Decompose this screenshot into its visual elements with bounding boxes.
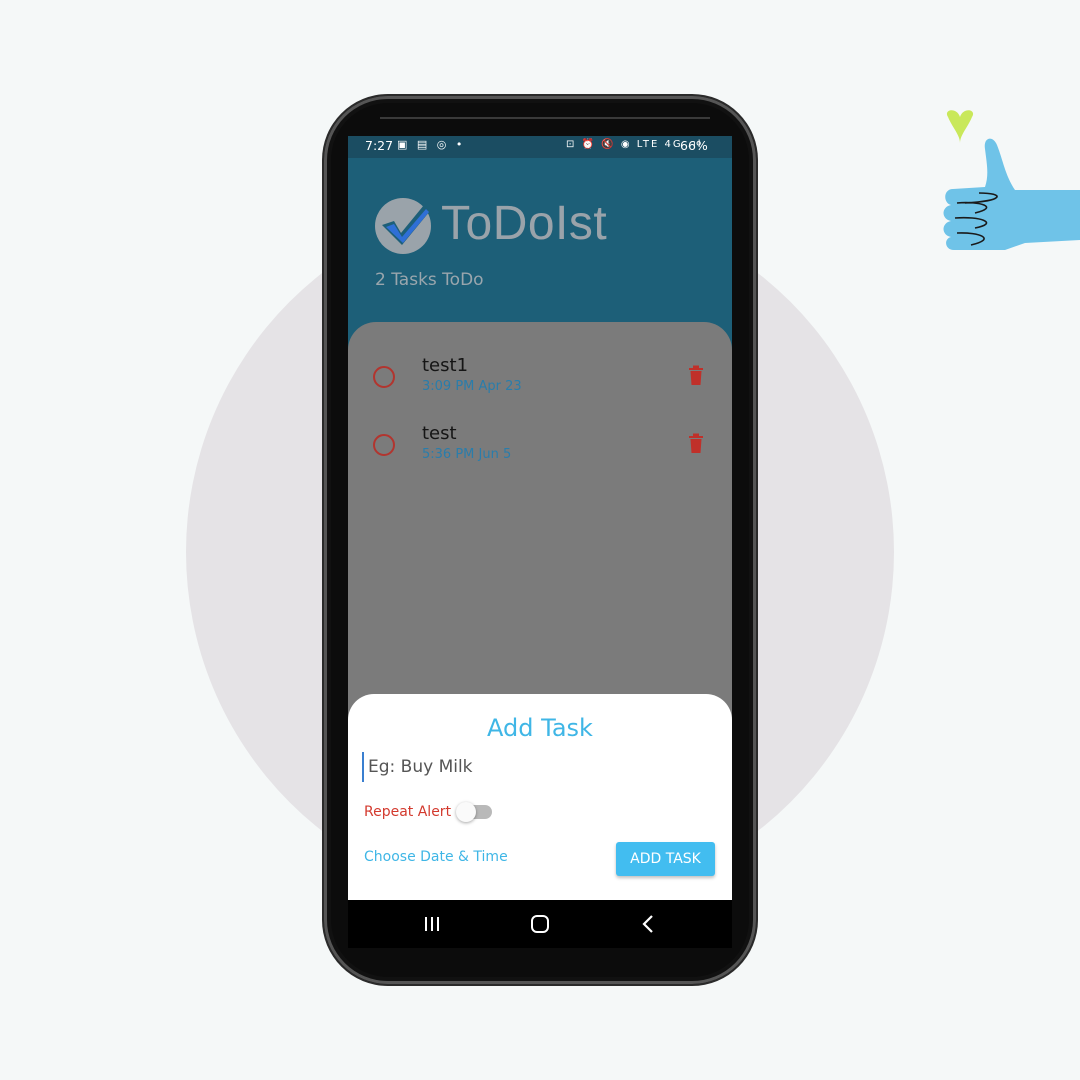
app-screen: 7:27 ▣ ▤ ◎ • ⊡ ⏰ 🔇 ◉ LTE 4G .ıl 66% ToDo… — [348, 136, 732, 900]
thumbs-up-icon — [943, 110, 1080, 251]
circle-outline-icon[interactable] — [373, 366, 395, 388]
task-title: test — [422, 423, 457, 444]
check-circle-icon — [375, 198, 431, 254]
app-title: ToDoIst — [441, 197, 608, 250]
list-item[interactable]: test1 3:09 PM Apr 23 — [348, 352, 732, 402]
recent-apps-icon[interactable] — [418, 912, 446, 936]
trash-icon[interactable] — [688, 433, 704, 453]
status-time: 7:27 — [365, 138, 394, 153]
battery-level: 66% — [680, 138, 708, 153]
task-time: 3:09 PM Apr 23 — [422, 379, 522, 394]
navigation-bar — [348, 900, 732, 948]
add-task-sheet: Add Task Repeat Alert Choose Date & Time… — [348, 694, 732, 900]
sheet-title: Add Task — [487, 714, 593, 742]
add-task-button[interactable]: ADD TASK — [616, 842, 715, 876]
repeat-alert-label: Repeat Alert — [364, 804, 452, 820]
choose-date-time-link[interactable]: Choose Date & Time — [364, 849, 508, 865]
phone-speaker — [380, 117, 710, 119]
app-header: ToDoIst 2 Tasks ToDo — [348, 158, 732, 328]
task-count: 2 Tasks ToDo — [375, 270, 484, 290]
task-time: 5:36 PM Jun 5 — [422, 447, 512, 462]
home-icon[interactable] — [526, 912, 554, 936]
repeat-alert-toggle[interactable] — [456, 802, 492, 822]
back-icon[interactable] — [635, 912, 663, 936]
toggle-knob — [456, 802, 476, 822]
notification-icons: ▣ ▤ ◎ • — [397, 138, 466, 151]
task-name-input[interactable] — [362, 752, 708, 782]
circle-outline-icon[interactable] — [373, 434, 395, 456]
trash-icon[interactable] — [688, 365, 704, 385]
status-bar: 7:27 ▣ ▤ ◎ • ⊡ ⏰ 🔇 ◉ LTE 4G .ıl 66% — [348, 136, 732, 158]
list-item[interactable]: test 5:36 PM Jun 5 — [348, 420, 732, 470]
task-title: test1 — [422, 355, 469, 376]
